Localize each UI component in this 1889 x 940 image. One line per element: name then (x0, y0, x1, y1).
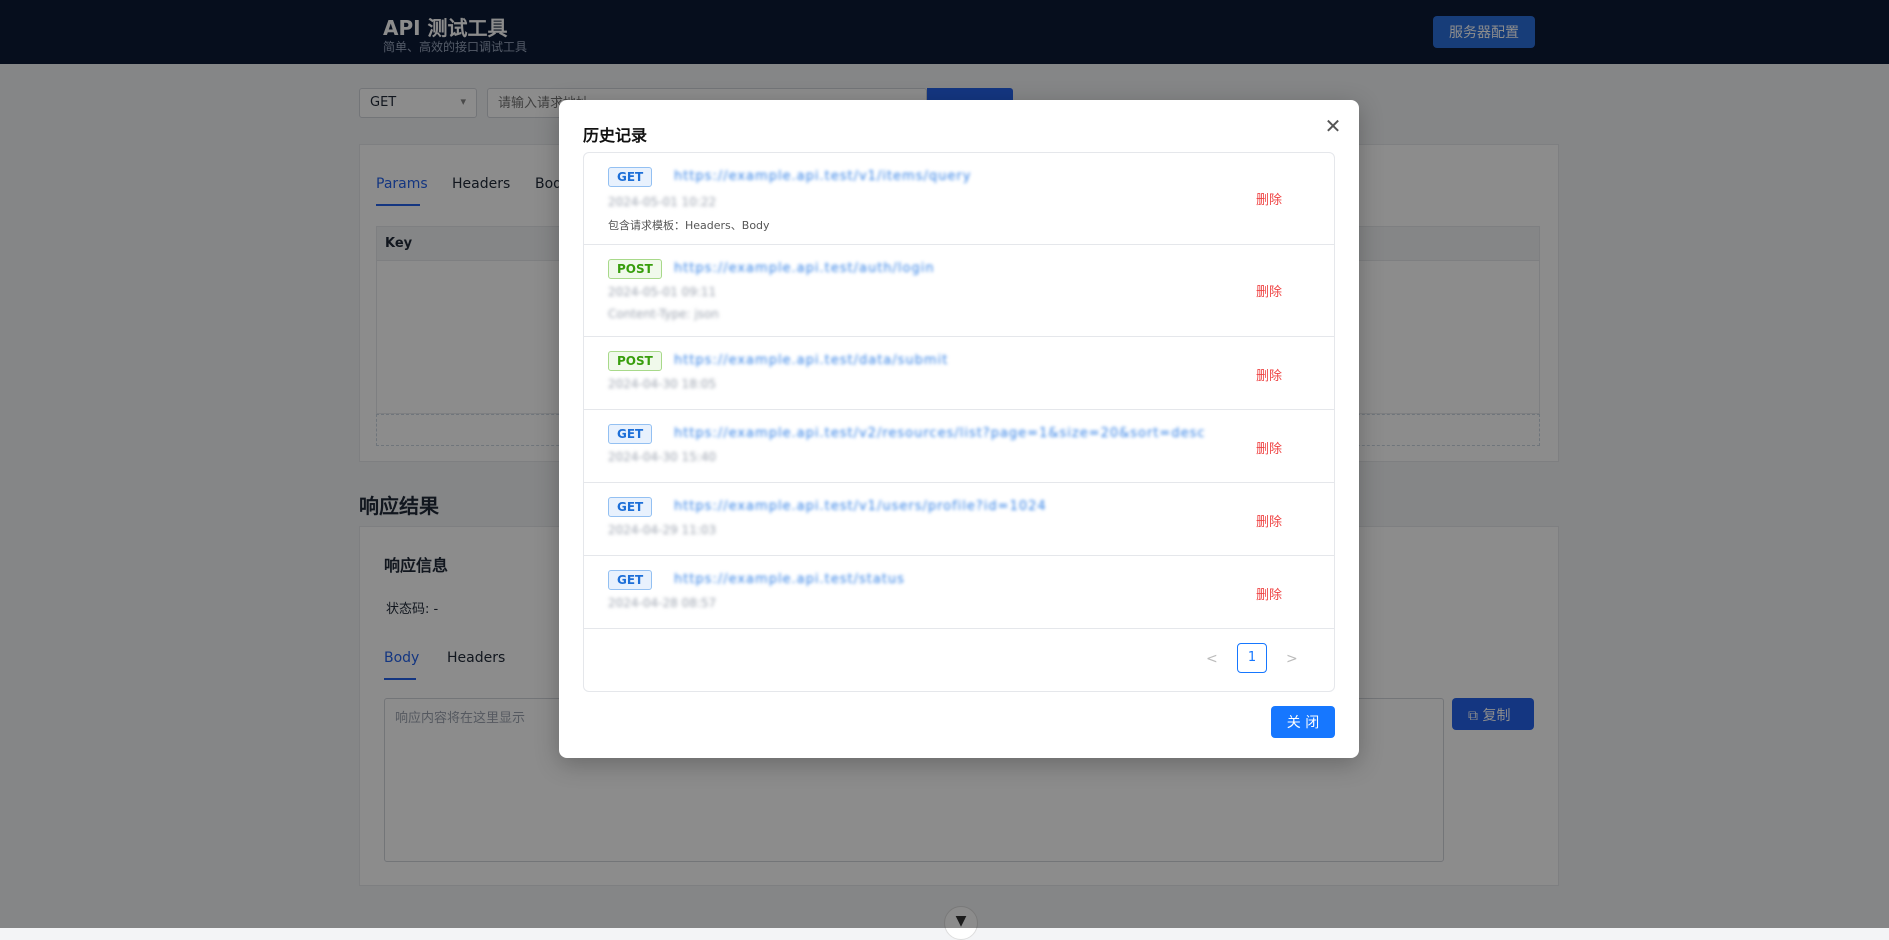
delete-link[interactable]: 删除 (1256, 511, 1282, 530)
history-url[interactable]: https://example.api.test/v1/users/profil… (674, 499, 1047, 514)
history-item[interactable]: GET https://example.api.test/status 2024… (584, 556, 1334, 629)
history-item[interactable]: GET https://example.api.test/v1/users/pr… (584, 483, 1334, 556)
history-meta-secondary: Content-Type: json (608, 307, 719, 321)
history-url[interactable]: https://example.api.test/auth/login (674, 261, 935, 276)
history-item[interactable]: POST https://example.api.test/data/submi… (584, 337, 1334, 410)
history-list: GET https://example.api.test/v1/items/qu… (584, 153, 1334, 629)
method-badge: POST (608, 351, 662, 371)
history-item[interactable]: POST https://example.api.test/auth/login… (584, 245, 1334, 337)
close-icon[interactable]: ✕ (1321, 114, 1345, 138)
delete-link[interactable]: 删除 (1256, 438, 1282, 457)
method-badge: POST (608, 259, 662, 279)
pagination: < 1 > (584, 643, 1334, 683)
history-url[interactable]: https://example.api.test/status (674, 572, 905, 587)
method-badge: GET (608, 424, 653, 444)
page-prev-button[interactable]: < (1206, 651, 1218, 667)
delete-link[interactable]: 删除 (1256, 584, 1282, 603)
delete-link[interactable]: 删除 (1256, 189, 1282, 208)
history-modal: 历史记录 ✕ GET https://example.api.test/v1/i… (559, 100, 1359, 758)
history-item[interactable]: GET https://example.api.test/v2/resource… (584, 410, 1334, 483)
method-badge: GET (608, 570, 653, 590)
history-list-container: GET https://example.api.test/v1/items/qu… (583, 152, 1335, 692)
delete-link[interactable]: 删除 (1256, 365, 1282, 384)
history-meta: 2024-04-30 15:40 (608, 450, 717, 464)
page-next-button[interactable]: > (1286, 651, 1298, 667)
modal-title: 历史记录 (583, 126, 648, 145)
history-meta: 2024-04-30 18:05 (608, 377, 717, 391)
history-template-note: 包含请求模板：Headers、Body (608, 219, 770, 232)
method-badge: GET (608, 167, 653, 187)
modal-close-button[interactable]: 关 闭 (1271, 706, 1335, 738)
delete-link[interactable]: 删除 (1256, 281, 1282, 300)
history-meta: 2024-04-28 08:57 (608, 596, 717, 610)
history-meta: 2024-04-29 11:03 (608, 523, 717, 537)
history-url[interactable]: https://example.api.test/v1/items/query (674, 169, 971, 184)
page-current[interactable]: 1 (1237, 643, 1267, 673)
method-badge: GET (608, 497, 653, 517)
history-meta: 2024-05-01 10:22 (608, 195, 717, 209)
history-meta: 2024-05-01 09:11 (608, 285, 717, 299)
history-url[interactable]: https://example.api.test/v2/resources/li… (674, 426, 1206, 441)
history-item[interactable]: GET https://example.api.test/v1/items/qu… (584, 153, 1334, 245)
history-url[interactable]: https://example.api.test/data/submit (674, 353, 948, 368)
